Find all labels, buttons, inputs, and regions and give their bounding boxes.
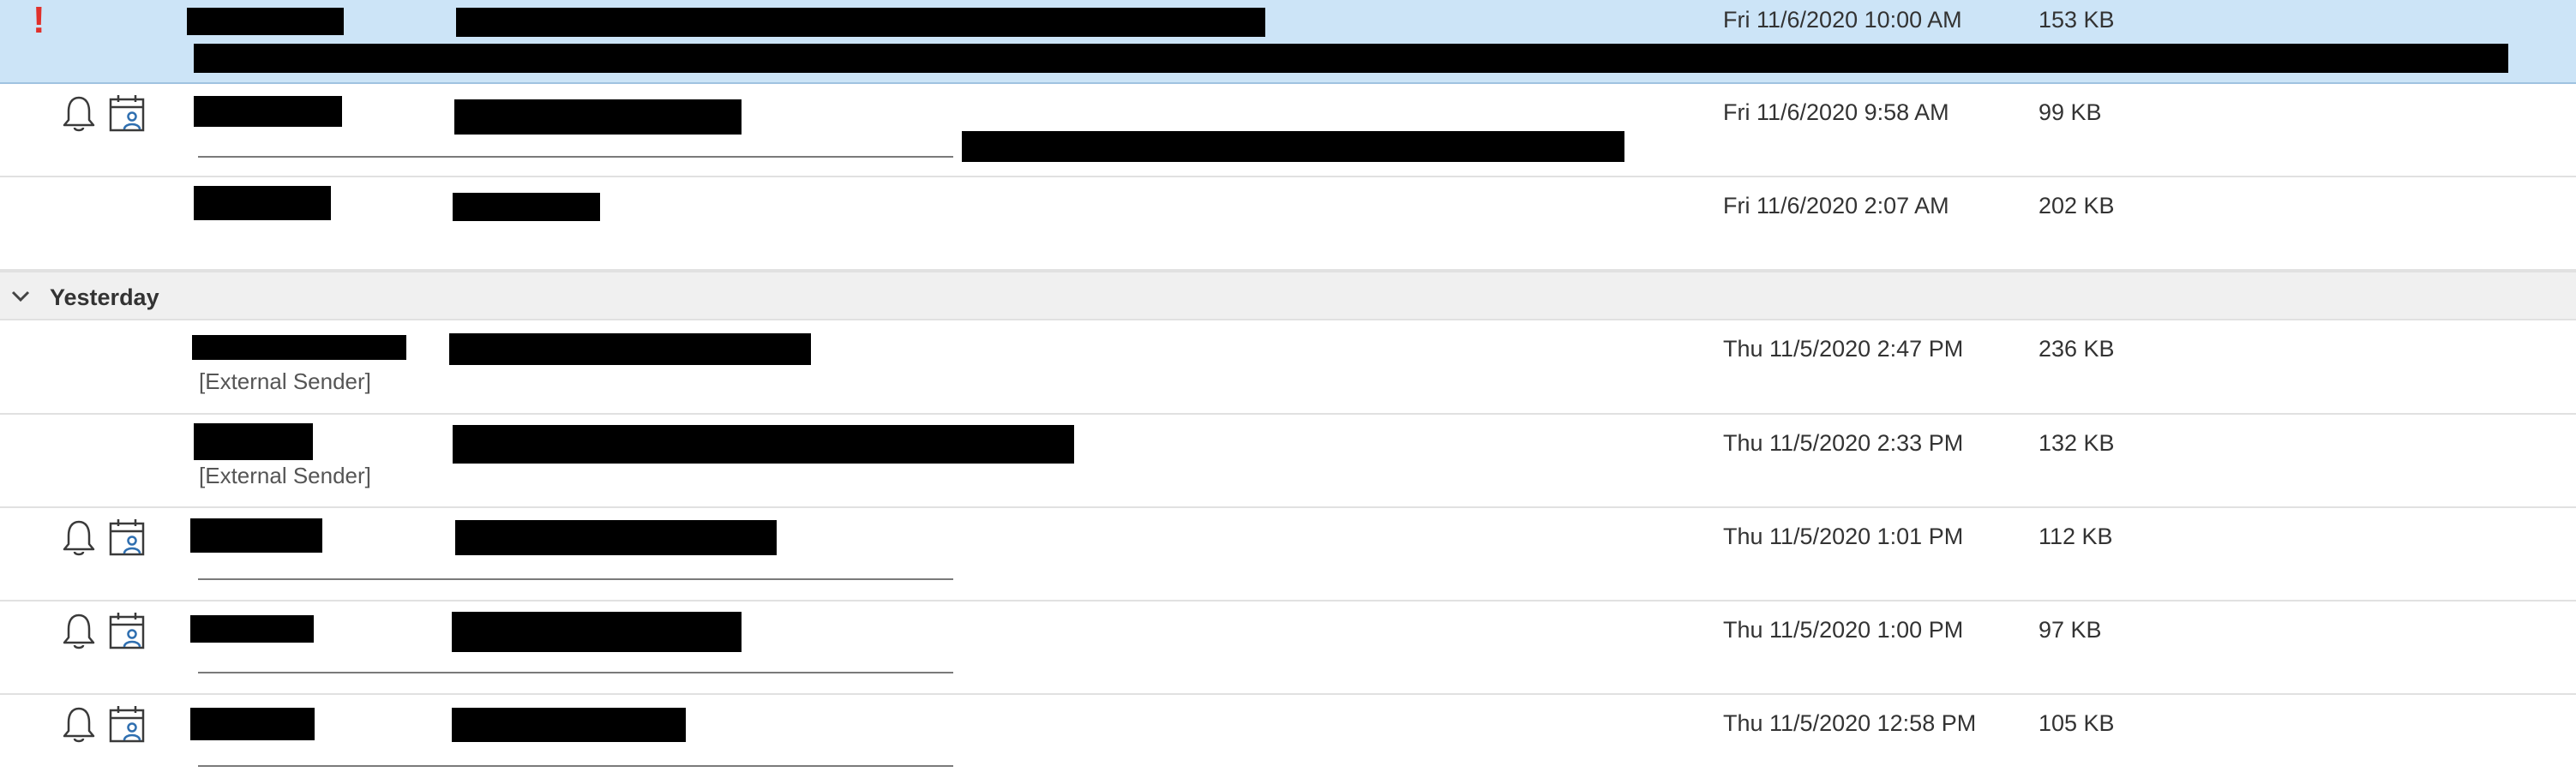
redacted-preview [962, 131, 1624, 162]
received-date: Thu 11/5/2020 12:58 PM [1723, 710, 1977, 736]
meeting-calendar-icon [109, 706, 145, 743]
external-sender-tag: [External Sender] [199, 368, 371, 394]
message-size: 112 KB [2039, 524, 2113, 549]
redacted-preview [194, 44, 2508, 73]
reminder-bell-icon [63, 707, 95, 743]
redacted-sender [190, 518, 322, 553]
message-row[interactable]: Thu 11/5/2020 1:01 PM 112 KB [0, 508, 2576, 601]
preview-divider [198, 672, 953, 673]
message-size: 97 KB [2039, 617, 2102, 643]
message-size: 105 KB [2039, 710, 2115, 736]
preview-divider [198, 578, 953, 580]
message-row[interactable]: Fri 11/6/2020 2:07 AM 202 KB [0, 177, 2576, 271]
high-importance-icon: ! [33, 0, 45, 41]
message-size: 99 KB [2039, 99, 2102, 125]
redacted-subject [453, 193, 600, 221]
message-size: 202 KB [2039, 193, 2115, 218]
received-date: Thu 11/5/2020 2:33 PM [1723, 430, 1964, 456]
group-header-label: Yesterday [50, 284, 159, 310]
received-date: Thu 11/5/2020 2:47 PM [1723, 336, 1964, 362]
reminder-bell-icon [63, 520, 95, 556]
redacted-sender [190, 708, 315, 740]
redacted-sender [194, 96, 342, 127]
redacted-subject [455, 520, 777, 555]
received-date: Fri 11/6/2020 9:58 AM [1723, 99, 1949, 125]
message-size: 236 KB [2039, 336, 2115, 362]
received-date: Thu 11/5/2020 1:00 PM [1723, 617, 1964, 643]
redacted-subject [456, 8, 1265, 37]
redacted-subject [454, 99, 742, 135]
redacted-subject [452, 612, 742, 652]
reminder-bell-icon [63, 96, 95, 132]
redacted-subject [452, 708, 686, 742]
message-row[interactable]: Thu 11/5/2020 12:58 PM 105 KB [0, 695, 2576, 784]
received-date: Fri 11/6/2020 2:07 AM [1723, 193, 1949, 218]
message-row[interactable]: Thu 11/5/2020 1:00 PM 97 KB [0, 601, 2576, 695]
received-date: Fri 11/6/2020 10:00 AM [1723, 7, 1962, 33]
redacted-sender [194, 423, 313, 460]
redacted-sender [194, 186, 331, 220]
redacted-sender [192, 335, 406, 360]
preview-divider [198, 156, 953, 158]
redacted-subject [453, 425, 1074, 464]
meeting-calendar-icon [109, 519, 145, 556]
message-row[interactable]: Fri 11/6/2020 9:58 AM 99 KB [0, 84, 2576, 177]
external-sender-tag: [External Sender] [199, 463, 371, 488]
message-row[interactable]: ! Fri 11/6/2020 10:00 AM 153 KB [0, 0, 2576, 84]
reminder-bell-icon [63, 613, 95, 649]
redacted-sender [190, 615, 314, 643]
group-header-yesterday[interactable]: Yesterday [0, 271, 2576, 320]
redacted-sender [187, 8, 344, 35]
chevron-down-icon[interactable] [10, 288, 31, 305]
meeting-calendar-icon [109, 613, 145, 649]
redacted-subject [449, 333, 811, 365]
meeting-calendar-icon [109, 95, 145, 132]
preview-divider [198, 765, 953, 767]
message-size: 132 KB [2039, 430, 2115, 456]
message-list: ! Fri 11/6/2020 10:00 AM 153 KB Fri 11/6… [0, 0, 2576, 784]
message-size: 153 KB [2039, 7, 2115, 33]
received-date: Thu 11/5/2020 1:01 PM [1723, 524, 1964, 549]
message-row[interactable]: [External Sender] Thu 11/5/2020 2:33 PM … [0, 415, 2576, 508]
message-row[interactable]: [External Sender] Thu 11/5/2020 2:47 PM … [0, 320, 2576, 415]
